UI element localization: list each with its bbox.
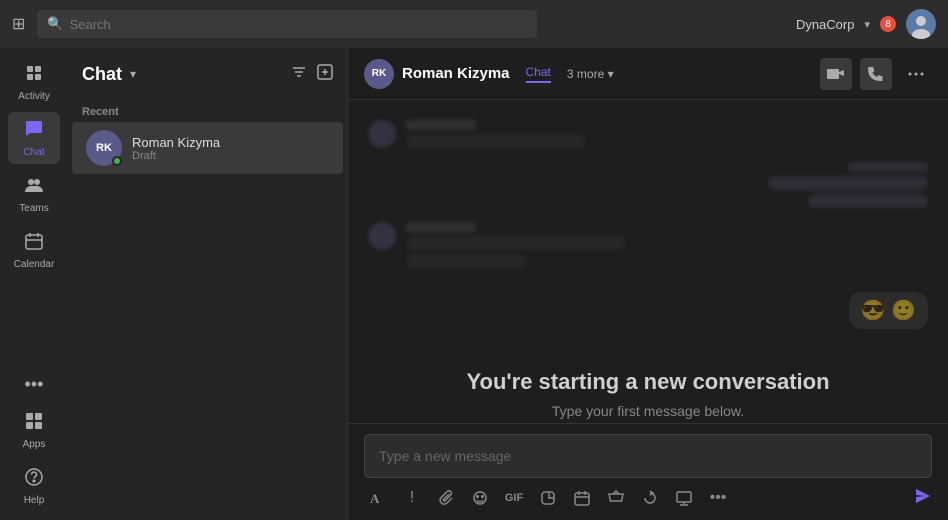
sidebar-item-help[interactable]: Help xyxy=(8,460,60,512)
sidebar: Activity Chat Teams Calendar ••• xyxy=(0,48,68,520)
emoji-bubble: 😎 🙂 xyxy=(849,292,928,329)
chat-item-name: Roman Kizyma xyxy=(132,135,329,150)
compose-icon[interactable] xyxy=(317,64,333,85)
notification-badge[interactable]: 8 xyxy=(880,16,896,32)
company-label[interactable]: DynaCorp xyxy=(796,17,855,32)
message-row xyxy=(368,120,928,148)
chat-panel-title: Chat xyxy=(82,64,122,85)
sidebar-item-apps[interactable]: Apps xyxy=(8,404,60,456)
search-input[interactable] xyxy=(70,17,528,32)
notice-subtitle: Type your first message below. xyxy=(552,403,744,419)
sidebar-item-teams[interactable]: Teams xyxy=(8,168,60,220)
new-conversation-notice: You're starting a new conversation Type … xyxy=(348,349,948,423)
message-input-box[interactable]: Type a new message xyxy=(364,434,932,478)
chat-list-header: Chat ▾ xyxy=(68,48,347,100)
chat-item-avatar: RK xyxy=(86,130,122,166)
gif-button[interactable]: GIF xyxy=(500,484,528,512)
msg-bubble xyxy=(406,254,526,268)
chat-icon xyxy=(24,119,44,144)
message-placeholder: Type a new message xyxy=(379,448,511,464)
sidebar-item-label: Chat xyxy=(23,147,44,158)
chat-item-status: Draft xyxy=(132,150,329,162)
sidebar-item-calendar[interactable]: Calendar xyxy=(8,224,60,276)
topbar-right: DynaCorp ▾ 8 xyxy=(796,9,936,39)
sidebar-item-label: Teams xyxy=(19,203,48,214)
sidebar-item-chat[interactable]: Chat xyxy=(8,112,60,164)
help-icon xyxy=(24,467,44,492)
conversation-area: 😎 🙂 You're starting a new conversation T… xyxy=(348,100,948,423)
more-dots-icon: ••• xyxy=(25,374,44,395)
emoji-button[interactable] xyxy=(466,484,494,512)
chat-content: RK Roman Kizyma Chat 3 more ▾ xyxy=(348,48,948,520)
loop-button[interactable] xyxy=(636,484,664,512)
search-box[interactable]: 🔍 xyxy=(37,10,537,38)
chat-content-header: RK Roman Kizyma Chat 3 more ▾ xyxy=(348,48,948,100)
sidebar-item-label: Apps xyxy=(23,439,46,450)
more-options-button[interactable] xyxy=(900,58,932,90)
chat-contact-avatar: RK xyxy=(364,59,394,89)
filter-icon[interactable] xyxy=(291,64,307,85)
chat-contact-name: Roman Kizyma xyxy=(402,65,510,82)
topbar: ⊞ 🔍 DynaCorp ▾ 8 xyxy=(0,0,948,48)
apps-icon xyxy=(24,411,44,436)
chat-title-chevron-icon[interactable]: ▾ xyxy=(130,67,136,81)
msg-bubble-right xyxy=(768,176,928,190)
activity-icon xyxy=(24,63,44,88)
sticker-button[interactable] xyxy=(534,484,562,512)
svg-text:A: A xyxy=(370,491,380,506)
sidebar-item-label: Help xyxy=(24,495,45,506)
search-icon: 🔍 xyxy=(47,16,63,32)
audio-call-button[interactable] xyxy=(860,58,892,90)
header-actions xyxy=(820,58,932,90)
chat-tab-chat[interactable]: Chat xyxy=(526,65,551,83)
send-button[interactable] xyxy=(914,487,932,510)
notice-title: You're starting a new conversation xyxy=(466,369,829,395)
msg-sender-bar xyxy=(406,222,476,232)
schedule-meet-button[interactable] xyxy=(568,484,596,512)
chat-item-info: Roman Kizyma Draft xyxy=(132,135,329,162)
msg-bubble xyxy=(406,134,586,148)
delivery-options-button[interactable] xyxy=(602,484,630,512)
format-text-button[interactable]: A xyxy=(364,484,392,512)
msg-content xyxy=(768,162,928,208)
priority-button[interactable]: ! xyxy=(398,484,426,512)
sidebar-item-activity[interactable]: Activity xyxy=(8,56,60,108)
message-row-right xyxy=(368,162,928,208)
video-call-button[interactable] xyxy=(820,58,852,90)
recent-section-label: Recent xyxy=(68,100,347,122)
online-indicator xyxy=(112,156,122,166)
chat-list-actions xyxy=(291,64,333,85)
user-avatar[interactable] xyxy=(906,9,936,39)
msg-sender-bar xyxy=(406,120,476,130)
message-toolbar: A ! GIF xyxy=(364,478,932,514)
message-input-area: Type a new message A ! GIF xyxy=(348,423,948,520)
msg-sender-bar xyxy=(848,162,928,172)
message-row xyxy=(368,222,928,268)
msg-avatar xyxy=(368,120,396,148)
teams-icon xyxy=(24,175,44,200)
whiteboard-button[interactable] xyxy=(670,484,698,512)
sidebar-more-icon[interactable]: ••• xyxy=(8,368,60,400)
sidebar-item-label: Calendar xyxy=(14,259,55,270)
emoji-row: 😎 🙂 xyxy=(348,292,948,329)
msg-content xyxy=(406,120,586,148)
msg-avatar xyxy=(368,222,396,250)
msg-bubble xyxy=(406,236,626,250)
more-options-toolbar-button[interactable]: ••• xyxy=(704,484,732,512)
blurred-messages xyxy=(348,100,948,292)
chat-tab-more[interactable]: 3 more ▾ xyxy=(567,67,614,81)
chevron-down-icon[interactable]: ▾ xyxy=(864,18,870,31)
msg-content xyxy=(406,222,626,268)
main-layout: Activity Chat Teams Calendar ••• xyxy=(0,48,948,520)
msg-bubble-right xyxy=(808,194,928,208)
attach-button[interactable] xyxy=(432,484,460,512)
apps-grid-icon[interactable]: ⊞ xyxy=(12,14,25,34)
chat-list-panel: Chat ▾ Recent RK Roman Kizyma Draft xyxy=(68,48,348,520)
chat-list-item[interactable]: RK Roman Kizyma Draft xyxy=(72,122,343,174)
sidebar-item-label: Activity xyxy=(18,91,50,102)
calendar-icon xyxy=(24,231,44,256)
